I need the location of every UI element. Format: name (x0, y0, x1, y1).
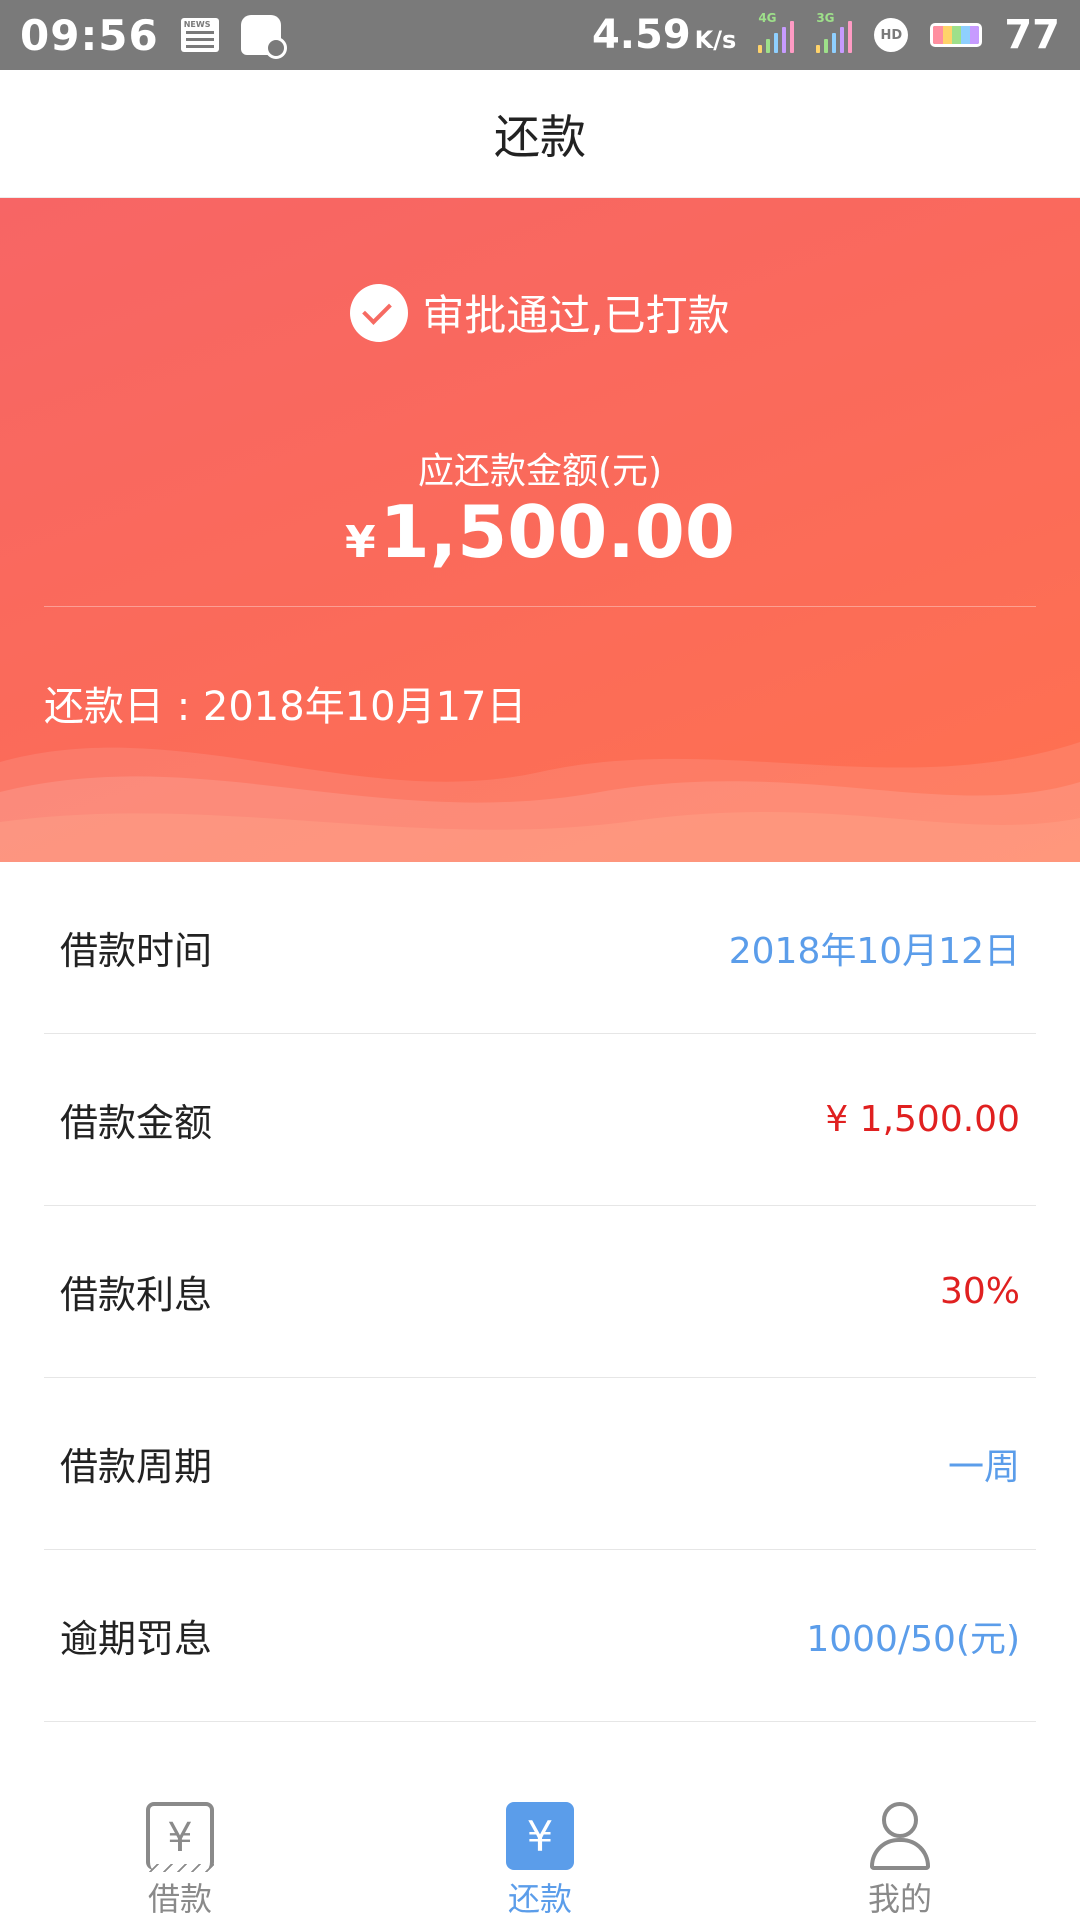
repay-date: 还款日 : 2018年10月17日 (44, 684, 527, 730)
amount-currency: ¥ (345, 517, 376, 568)
detail-label: 逾期罚息 (60, 1617, 213, 1661)
detail-value: 30% (939, 1271, 1020, 1312)
repayment-hero: 审批通过,已打款 应还款金额(元) ¥1,500.00 还款日 : 2018年1… (0, 198, 1080, 862)
detail-value: 2018年10月12日 (728, 930, 1020, 972)
user-icon-head (882, 1802, 918, 1838)
signal-3g-label: 3G (816, 11, 835, 25)
battery-level: 77 (1004, 12, 1060, 58)
tab-borrow[interactable]: ¥ 借款 (0, 1788, 360, 1920)
tab-repay[interactable]: ¥ 还款 (360, 1788, 720, 1920)
check-circle-icon (350, 283, 409, 342)
network-speed-unit: K/s (694, 26, 737, 54)
hd-icon: HD (874, 18, 909, 52)
status-left-icons: NEWS (180, 15, 287, 59)
amount-due-label: 应还款金额(元) (417, 451, 663, 492)
signal-4g-label: 4G (758, 11, 777, 25)
signal-3g-icon: 3G (816, 11, 853, 53)
network-speed-value: 4.59 (591, 12, 691, 58)
detail-value: 1000/50(元) (806, 1618, 1020, 1660)
page-title: 还款 (494, 109, 586, 164)
news-icon: NEWS (180, 18, 219, 52)
detail-label: 借款金额 (60, 1101, 213, 1145)
amount-due-value: 1,500.00 (379, 490, 735, 574)
approval-status: 审批通过,已打款 (0, 282, 1080, 343)
user-icon (866, 1802, 934, 1870)
tab-mine-label: 我的 (867, 1880, 932, 1918)
screen: 09:56 NEWS 4.59 K/s 4G 3G HD 77 还款 审批通过,… (0, 0, 1080, 1920)
status-bar: 09:56 NEWS 4.59 K/s 4G 3G HD 77 (0, 0, 1080, 70)
battery-icon (930, 23, 983, 47)
network-speed: 4.59 K/s (592, 12, 736, 58)
detail-row-loan-time: 借款时间 2018年10月12日 (44, 862, 1036, 1034)
loan-details: 借款时间 2018年10月12日 借款金额 ¥ 1,500.00 借款利息 30… (44, 862, 1036, 1722)
status-time: 09:56 (20, 10, 159, 60)
approval-status-text: 审批通过,已打款 (422, 291, 730, 340)
tab-borrow-label: 借款 (147, 1880, 212, 1918)
detail-row-loan-period: 借款周期 一周 (44, 1378, 1036, 1550)
detail-row-loan-interest: 借款利息 30% (44, 1206, 1036, 1378)
notification-icon (240, 15, 287, 59)
amount-due: ¥1,500.00 (0, 490, 1080, 574)
receipt-yen-icon: ¥ (146, 1802, 214, 1872)
detail-label: 借款利息 (60, 1273, 213, 1317)
status-right-icons: 4.59 K/s 4G 3G HD 77 (592, 11, 1060, 58)
bottom-tab-bar: ¥ 借款 ¥ 还款 我的 (0, 1788, 1080, 1920)
title-bar: 还款 (0, 70, 1080, 198)
detail-label: 借款周期 (60, 1445, 213, 1489)
detail-row-loan-amount: 借款金额 ¥ 1,500.00 (44, 1034, 1036, 1206)
yen-icon: ¥ (506, 1802, 574, 1870)
detail-value: 一周 (947, 1446, 1020, 1488)
tab-repay-label: 还款 (507, 1880, 572, 1918)
hero-divider (44, 606, 1036, 607)
detail-label: 借款时间 (60, 929, 213, 973)
tab-mine[interactable]: 我的 (720, 1788, 1080, 1920)
detail-value: ¥ 1,500.00 (825, 1099, 1020, 1140)
user-icon-body (870, 1838, 930, 1870)
news-icon-label: NEWS (183, 20, 211, 29)
signal-4g-icon: 4G (758, 11, 795, 53)
detail-row-overdue-penalty: 逾期罚息 1000/50(元) (44, 1550, 1036, 1722)
